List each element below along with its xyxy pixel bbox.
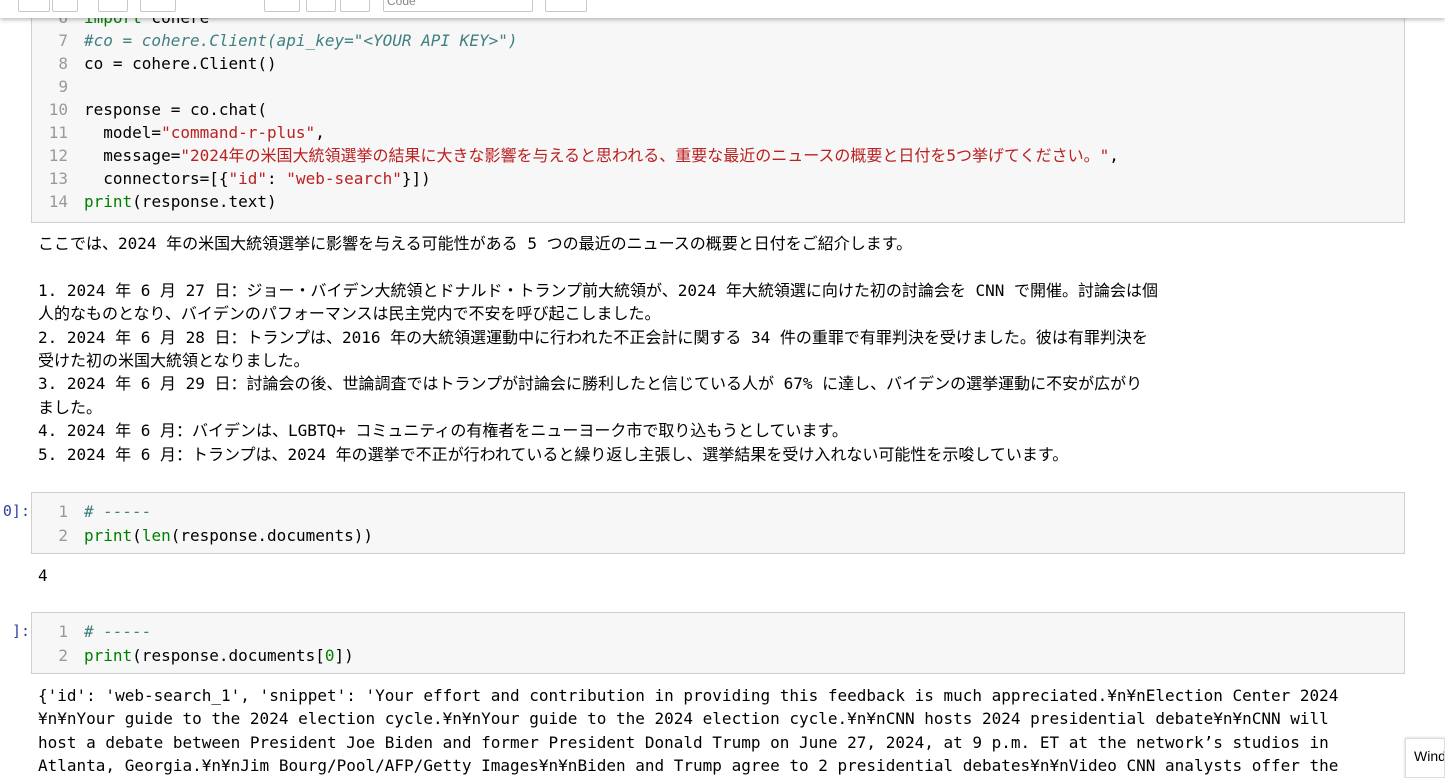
command-palette-button[interactable] bbox=[545, 0, 587, 12]
add-cell-button[interactable] bbox=[52, 0, 78, 12]
restart-button[interactable] bbox=[340, 0, 370, 12]
line-number: 10 bbox=[48, 100, 68, 119]
line-number: 2 bbox=[58, 646, 68, 665]
cell-3-prompt: ]: bbox=[11, 622, 30, 640]
code-line: co = cohere.Client() bbox=[84, 54, 277, 73]
notebook-toolbar: Code bbox=[0, 0, 1445, 18]
code-line: # ----- bbox=[84, 502, 152, 521]
windows-taskbar-hint: Wind bbox=[1405, 738, 1445, 778]
cell-2-output: 4 bbox=[38, 566, 48, 585]
line-number: 7 bbox=[58, 31, 68, 50]
code-cell-2-input[interactable]: 1 # ----- 2 print(len(response.documents… bbox=[31, 492, 1405, 554]
code-cell-3-input[interactable]: 1 # ----- 2 print(response.documents[0]) bbox=[31, 612, 1405, 674]
code-line: response = co.chat( bbox=[84, 100, 268, 119]
code-line: #co = cohere.Client(api_key="<YOUR API K… bbox=[84, 31, 518, 50]
line-number: 11 bbox=[48, 123, 68, 142]
copy-button[interactable] bbox=[140, 0, 176, 12]
cell-3-output: {'id': 'web-search_1', 'snippet': 'Your … bbox=[38, 686, 1339, 776]
notebook-area: 6 import cohere 7 #co = cohere.Client(ap… bbox=[0, 0, 1445, 778]
line-number: 2 bbox=[58, 526, 68, 545]
run-button[interactable] bbox=[264, 0, 300, 12]
line-number: 12 bbox=[48, 146, 68, 165]
cell-2-prompt: 0]: bbox=[2, 502, 30, 520]
line-number: 9 bbox=[58, 77, 68, 96]
code-line: message="2024年の米国大統領選挙の結果に大きな影響を与えると思われる… bbox=[84, 146, 1119, 165]
cell-type-select[interactable]: Code bbox=[383, 0, 533, 12]
code-cell-1-input[interactable]: 6 import cohere 7 #co = cohere.Client(ap… bbox=[31, 0, 1405, 223]
line-number: 13 bbox=[48, 169, 68, 188]
code-line: # ----- bbox=[84, 622, 152, 641]
code-line: print(response.text) bbox=[84, 192, 277, 211]
code-line: connectors=[{"id": "web-search"}]) bbox=[84, 169, 431, 188]
line-number: 1 bbox=[58, 502, 68, 521]
interrupt-button[interactable] bbox=[306, 0, 336, 12]
line-number: 8 bbox=[58, 54, 68, 73]
save-button[interactable] bbox=[18, 0, 50, 12]
code-line: model="command-r-plus", bbox=[84, 123, 325, 142]
line-number: 14 bbox=[48, 192, 68, 211]
code-line: print(len(response.documents)) bbox=[84, 526, 374, 545]
cell-1-output: ここでは、2024 年の米国大統領選挙に影響を与える可能性がある 5 つの最近の… bbox=[38, 234, 1159, 464]
cut-button[interactable] bbox=[98, 0, 128, 12]
code-line: print(response.documents[0]) bbox=[84, 646, 354, 665]
line-number: 1 bbox=[58, 622, 68, 641]
